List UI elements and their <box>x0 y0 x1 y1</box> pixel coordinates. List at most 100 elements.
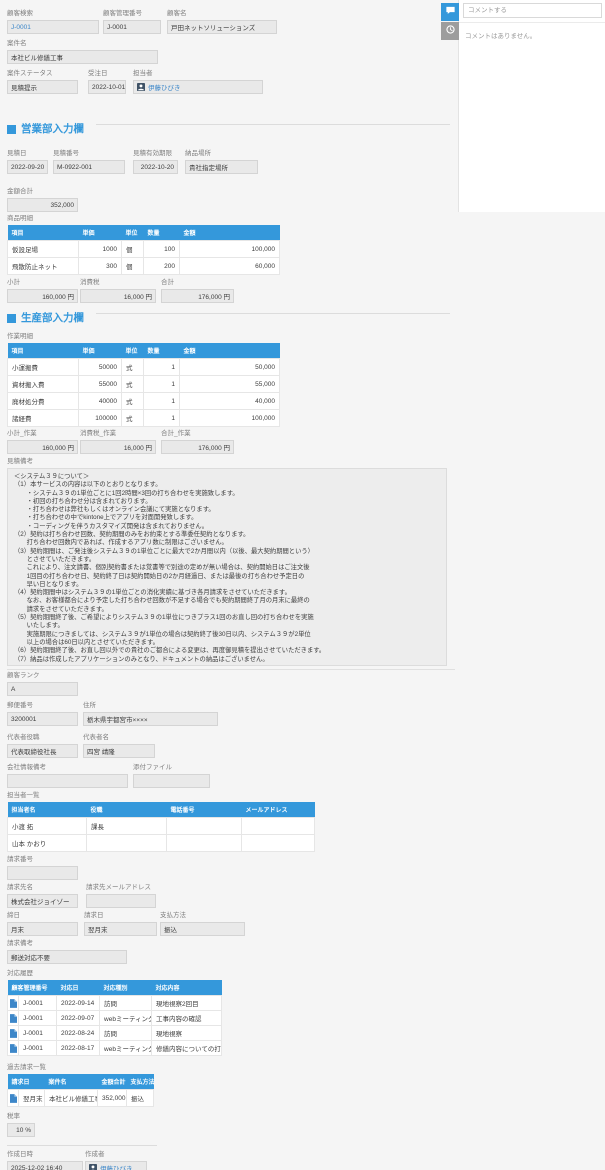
rep-title-value: 代表取締役社長 <box>7 744 78 758</box>
comment-input[interactable] <box>463 3 602 18</box>
company-note-value <box>7 774 128 788</box>
history-tab-button[interactable] <box>441 22 459 40</box>
col-qty: 数量 <box>144 343 180 359</box>
assignee-value: 伊藤ひびき <box>133 80 263 94</box>
comment-bubble-icon <box>445 3 456 21</box>
cell-unit: 式 <box>122 410 144 427</box>
cell-unit-price: 1000 <box>79 241 122 258</box>
cell-unit-price: 300 <box>79 258 122 275</box>
customer-rank-label: 顧客ランク <box>7 672 78 680</box>
cell-qty: 1 <box>144 393 180 410</box>
record-link-icon[interactable] <box>8 1041 19 1056</box>
cell-type: webミーティング <box>100 1011 152 1026</box>
address-label: 住所 <box>83 702 218 710</box>
col-unit-price: 単価 <box>79 225 122 241</box>
work-tax-label: 消費税_作業 <box>80 430 156 438</box>
record-link-icon[interactable] <box>8 1011 19 1026</box>
history-icon <box>445 22 456 40</box>
creator-label: 作成者 <box>85 1151 147 1159</box>
quote-date-value: 2022-09-20 <box>7 160 48 174</box>
cell-type: 訪問 <box>100 996 152 1011</box>
col-item: 項目 <box>8 343 79 359</box>
record-link-icon[interactable] <box>8 996 19 1011</box>
delivery-place-field: 納品場所 貴社指定場所 <box>185 150 258 174</box>
cell-amount: 100,000 <box>180 410 280 427</box>
creator-value: 伊藤ひびき <box>85 1161 147 1170</box>
section-square-icon <box>7 125 16 134</box>
table-row: 廃材処分費 40000 式 1 40,000 <box>8 393 280 410</box>
cell-unit: 式 <box>122 376 144 393</box>
past-invoices-table: 請求日 案件名 金額合計 支払方法 翌月末 本社ビル修繕工事 352,000 振… <box>7 1074 154 1107</box>
case-name-value: 本社ビル修繕工事 <box>7 50 158 64</box>
payment-method-value: 振込 <box>160 922 245 936</box>
creator-link[interactable]: 伊藤ひびき <box>100 1163 133 1170</box>
col-unit: 単位 <box>122 343 144 359</box>
record-link-icon[interactable] <box>8 1026 19 1041</box>
customer-name-label: 顧客名 <box>167 10 277 18</box>
sidebar-tabs <box>441 3 459 41</box>
quote-no-field: 見積番号 M-0922-001 <box>53 150 125 174</box>
cell-date: 2022-08-17 <box>57 1041 100 1056</box>
col-amount: 金額 <box>180 225 280 241</box>
total-value: 176,000 円 <box>161 289 234 303</box>
table-row: 翌月末 本社ビル修繕工事 352,000 振込 <box>8 1090 154 1107</box>
table-row: J-0001 2022-09-14 訪問 現地視察2回目 <box>8 996 222 1011</box>
quote-date-field: 見積日 2022-09-20 <box>7 150 48 174</box>
history-table: 顧客管理番号 対応日 対応種別 対応内容 J-0001 2022-09-14 訪… <box>7 980 222 1056</box>
assignee-link[interactable]: 伊藤ひびき <box>148 82 181 92</box>
sales-section-title: 営業部入力欄 <box>21 122 84 136</box>
customer-search-link[interactable]: J-0001 <box>11 24 31 31</box>
case-status-value: 見積提示 <box>7 80 78 94</box>
quote-no-label: 見積番号 <box>53 150 125 158</box>
cell-invoice-date: 翌月末 <box>19 1090 45 1107</box>
cell-unit-price: 50000 <box>79 359 122 376</box>
sales-section-header: 営業部入力欄 <box>7 122 458 136</box>
col-content: 対応内容 <box>152 980 222 996</box>
cell-qty: 200 <box>144 258 180 275</box>
cell-item: 飛散防止ネット <box>8 258 79 275</box>
cell-unit-price: 40000 <box>79 393 122 410</box>
attachment-field: 添付ファイル <box>133 764 210 788</box>
col-item: 項目 <box>8 225 79 241</box>
bill-to-field: 請求先名 株式会社ジョイゾー <box>7 884 78 908</box>
col-customer-no: 顧客管理番号 <box>8 980 57 996</box>
customer-search-field: 顧客検索 J-0001 <box>7 10 99 34</box>
cell-amount: 50,000 <box>180 359 280 376</box>
case-name-field: 案件名 本社ビル修繕工事 <box>7 40 158 64</box>
cell-item: 廃材処分費 <box>8 393 79 410</box>
table-row: 飛散防止ネット 300 個 200 60,000 <box>8 258 280 275</box>
address-value: 栃木県宇都宮市×××× <box>83 712 218 726</box>
billing-note-field: 請求備考 郵送対応不要 <box>7 940 127 964</box>
customer-name-field: 顧客名 戸田ネットソリューションズ <box>167 10 277 34</box>
delivery-place-value: 貴社指定場所 <box>185 160 258 174</box>
cell-date: 2022-09-14 <box>57 996 100 1011</box>
section-square-icon <box>7 314 16 323</box>
bill-email-label: 請求先メールアドレス <box>86 884 156 892</box>
billing-note-value: 郵送対応不要 <box>7 950 127 964</box>
order-date-value: 2022-10-01 <box>88 80 126 94</box>
user-icon <box>137 83 145 91</box>
case-name-label: 案件名 <box>7 40 158 48</box>
assignee-field: 担当者 伊藤ひびき <box>133 70 263 94</box>
grand-total-label: 金額合計 <box>7 188 78 196</box>
table-header-row: 請求日 案件名 金額合計 支払方法 <box>8 1074 154 1090</box>
cell-phone <box>167 835 242 852</box>
payment-method-field: 支払方法 振込 <box>160 912 245 936</box>
delivery-place-label: 納品場所 <box>185 150 258 158</box>
created-at-value: 2025-12-02 16:40 <box>7 1161 83 1170</box>
tax-rate-field: 税率 10 % <box>7 1113 35 1137</box>
col-phone: 電話番号 <box>167 802 242 818</box>
record-detail: 顧客検索 J-0001 顧客管理番号 J-0001 顧客名 戸田ネットソリューシ… <box>0 0 458 1170</box>
comment-tab-button[interactable] <box>441 3 459 21</box>
record-link-icon[interactable] <box>8 1090 19 1107</box>
company-note-label: 会社情報備考 <box>7 764 128 772</box>
cell-item: 小運搬費 <box>8 359 79 376</box>
work-detail-table: 項目 単価 単位 数量 金額 小運搬費 50000 式 1 50,000 資材搬… <box>7 343 280 427</box>
col-contact-name: 担当者名 <box>8 802 87 818</box>
work-tax-field: 消費税_作業 16,000 円 <box>80 430 156 454</box>
past-invoices-label: 過去請求一覧 <box>7 1064 458 1072</box>
cell-unit: 式 <box>122 393 144 410</box>
subtotal-field: 小計 160,000 円 <box>7 279 78 303</box>
rep-name-value: 四宮 靖隆 <box>83 744 155 758</box>
cell-customer-no: J-0001 <box>19 1011 57 1026</box>
